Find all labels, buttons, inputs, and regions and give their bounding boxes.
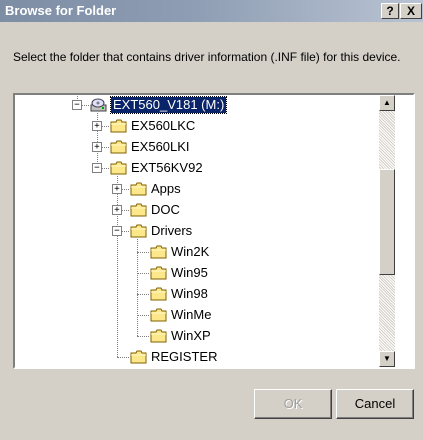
cd-drive-icon: [90, 98, 107, 112]
scroll-down-button[interactable]: ▼: [379, 351, 395, 367]
tree-item-label[interactable]: Drivers: [151, 223, 192, 239]
collapse-icon[interactable]: −: [72, 100, 82, 110]
folder-tree[interactable]: − EXT560_V181 (M:) + EX560LKC + EX560LKI − EXT5…: [13, 93, 415, 369]
tree-connector-line: [137, 252, 149, 253]
expand-icon[interactable]: +: [112, 205, 122, 215]
folder-icon: [110, 161, 127, 175]
tree-item-label[interactable]: REGISTER: [151, 349, 217, 365]
close-button[interactable]: X: [400, 3, 422, 19]
collapse-icon[interactable]: −: [112, 226, 122, 236]
folder-icon: [130, 182, 147, 196]
window-title: Browse for Folder: [5, 3, 117, 18]
tree-item-label[interactable]: Apps: [151, 181, 181, 197]
tree-item-label[interactable]: EX560LKI: [131, 139, 190, 155]
folder-icon: [110, 119, 127, 133]
tree-item-label[interactable]: EX560LKC: [131, 118, 195, 134]
folder-icon: [110, 140, 127, 154]
expand-icon[interactable]: +: [112, 184, 122, 194]
expand-icon[interactable]: +: [92, 121, 102, 131]
cancel-button[interactable]: Cancel: [336, 389, 414, 419]
tree-connector-line: [137, 294, 149, 295]
tree-item-label[interactable]: WinXP: [171, 328, 211, 344]
folder-icon: [150, 287, 167, 301]
tree-item-label[interactable]: Win2K: [171, 244, 209, 260]
tree-item-label[interactable]: EXT56KV92: [131, 160, 203, 176]
vertical-scrollbar[interactable]: ▲ ▼: [379, 95, 395, 367]
title-bar: Browse for Folder ? X: [0, 0, 423, 22]
instruction-text: Select the folder that contains driver i…: [13, 50, 401, 64]
tree-connector-line: [137, 336, 149, 337]
help-button[interactable]: ?: [381, 3, 399, 19]
folder-icon: [130, 203, 147, 217]
tree-item-label[interactable]: EXT560_V181 (M:): [109, 96, 228, 114]
tree-item-label[interactable]: DOC: [151, 202, 180, 218]
folder-icon: [150, 245, 167, 259]
tree-item-label[interactable]: WinMe: [171, 307, 211, 323]
tree-connector-line: [137, 273, 149, 274]
folder-icon: [130, 350, 147, 364]
tree-connector-line: [137, 315, 149, 316]
folder-icon: [150, 329, 167, 343]
scroll-up-button[interactable]: ▲: [379, 95, 395, 111]
expand-icon[interactable]: +: [92, 142, 102, 152]
tree-connector-line: [117, 176, 118, 357]
tree-connector-line: [137, 239, 138, 336]
tree-item-label[interactable]: Win98: [171, 286, 208, 302]
folder-icon: [150, 266, 167, 280]
tree-connector-line: [117, 357, 129, 358]
tree-content: − EXT560_V181 (M:) + EX560LKC + EX560LKI − EXT5…: [15, 95, 395, 367]
collapse-icon[interactable]: −: [92, 163, 102, 173]
folder-icon: [130, 224, 147, 238]
folder-icon: [150, 308, 167, 322]
ok-button[interactable]: OK: [254, 389, 332, 419]
scroll-thumb[interactable]: [379, 169, 395, 275]
tree-item-label[interactable]: Win95: [171, 265, 208, 281]
